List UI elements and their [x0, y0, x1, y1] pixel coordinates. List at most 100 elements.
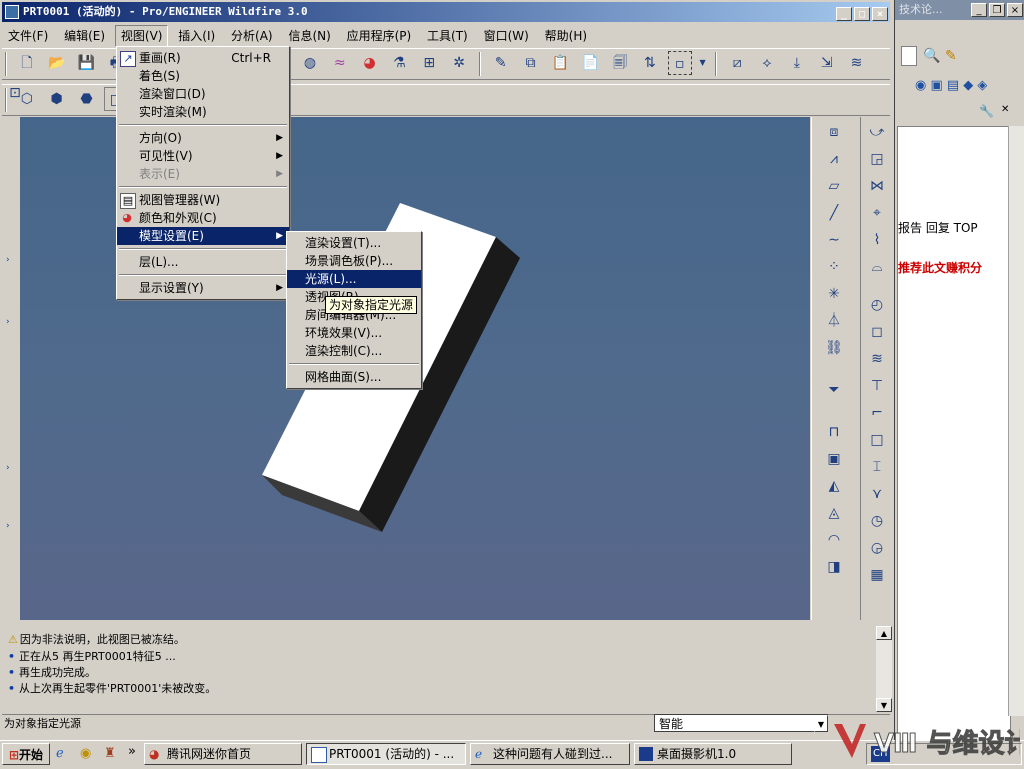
filter-dropdown-icon[interactable]: ▼ — [814, 715, 828, 732]
menu-help[interactable]: 帮助(H) — [539, 26, 593, 46]
close-button[interactable]: × — [872, 7, 888, 21]
boundary-icon[interactable]: ≋ — [865, 347, 889, 371]
layers-icon[interactable]: ≋ — [845, 51, 869, 75]
fill-icon[interactable]: ⌓ — [865, 255, 889, 279]
menu-item-render-setup[interactable]: 渲染设置(T)... — [287, 234, 421, 252]
menu-analysis[interactable]: 分析(A) — [225, 26, 279, 46]
no-hidden-icon[interactable]: ⬣ — [74, 87, 98, 111]
scroll-up-icon[interactable]: ▲ — [876, 626, 892, 640]
rib-icon[interactable]: ◭ — [822, 474, 846, 498]
task-button-forum[interactable]: ℯ 这种问题有人碰到过... — [470, 743, 630, 765]
clipboard-icon[interactable]: 🗐 — [608, 51, 632, 75]
trim-icon[interactable]: ⌖ — [865, 201, 889, 225]
menu-info[interactable]: 信息(N) — [282, 26, 336, 46]
revolve-icon[interactable]: ▣ — [822, 447, 846, 471]
paste-icon[interactable]: 📋 — [548, 51, 572, 75]
pattern-icon[interactable]: ◷ — [865, 509, 889, 533]
menu-item-mesh-surface[interactable]: 网格曲面(S)... — [287, 368, 421, 386]
menu-item-orientation[interactable]: 方向(O) ▶ — [117, 129, 289, 147]
paste-special-icon[interactable]: 📄 — [578, 51, 602, 75]
minimize-button[interactable]: _ — [836, 7, 852, 21]
browser-close-pane-icon[interactable]: ✕ — [1001, 104, 1009, 115]
wireframe-icon[interactable]: ⬡ — [15, 87, 39, 111]
menu-item-color-appearance[interactable]: ◕ 颜色和外观(C) — [117, 209, 289, 227]
shading-icon[interactable]: ◍ — [298, 51, 322, 75]
post-links[interactable]: 报告 回复 TOP — [898, 219, 978, 236]
promo-text[interactable]: 推荐此文赚积分 — [898, 259, 982, 276]
browser-toolbar-icons[interactable]: ◉ ▣ ▤ ◆ ◈ — [915, 78, 987, 93]
maximize-button[interactable]: □ — [854, 7, 870, 21]
new-file-icon[interactable]: 🗋 — [15, 51, 39, 75]
menu-item-view-manager[interactable]: ▤ 视图管理器(W) — [117, 191, 289, 209]
menu-item-render-window[interactable]: 渲染窗口(D) — [117, 85, 289, 103]
thicken-icon[interactable]: ◻ — [865, 320, 889, 344]
surface-icon[interactable]: ⌇ — [865, 228, 889, 252]
menu-item-scene-palette[interactable]: 场景调色板(P)... — [287, 252, 421, 270]
expand-arrow-icon[interactable]: › — [6, 317, 10, 327]
browser-dropdown[interactable] — [901, 46, 917, 66]
menu-item-realtime-render[interactable]: 实时渲染(M) — [117, 103, 289, 121]
quicklaunch-more-icon[interactable]: » — [128, 744, 136, 759]
menu-insert[interactable]: 插入(I) — [172, 26, 221, 46]
measure-icon[interactable]: ⊞ — [417, 51, 441, 75]
task-button-qq-home[interactable]: ◕ 腾讯网迷你首页 — [144, 743, 302, 765]
scroll-down-icon[interactable]: ▼ — [876, 698, 892, 712]
grid-icon[interactable]: ▦ — [865, 563, 889, 587]
chain-icon[interactable]: ⛓ — [822, 336, 846, 360]
selection-filter[interactable]: 智能 — [654, 714, 828, 732]
message-scrollbar[interactable]: ▲ ▼ — [876, 626, 892, 712]
edit-icon[interactable]: ✎ — [489, 51, 513, 75]
blend-icon[interactable]: ◲ — [865, 147, 889, 171]
sketch-plane-icon[interactable]: ▱ — [822, 174, 846, 198]
hole-icon[interactable]: ⊤ — [865, 374, 889, 398]
task-button-camera[interactable]: 桌面摄影机1.0 — [634, 743, 792, 765]
menu-item-visibility[interactable]: 可见性(V) ▶ — [117, 147, 289, 165]
menu-file[interactable]: 文件(F) — [2, 26, 54, 46]
color-appearance-icon[interactable]: ◕ — [358, 51, 382, 75]
qq-quicklaunch-icon[interactable]: ◉ — [80, 746, 91, 761]
open-folder-icon[interactable]: 📂 — [45, 51, 69, 75]
ie-quicklaunch-icon[interactable]: ℯ — [56, 746, 64, 761]
datum-curve-dashed-icon[interactable]: ⩘ — [822, 147, 846, 171]
axis-icon[interactable]: ╱ — [822, 201, 846, 225]
sketch-icon[interactable]: ⧄ — [725, 51, 749, 75]
merge-icon[interactable]: ◶ — [865, 536, 889, 560]
datum-points-icon[interactable]: ⟡ — [755, 51, 779, 75]
split-icon[interactable]: ⋎ — [865, 482, 889, 506]
datum-axis-icon[interactable]: ⤓ — [785, 51, 809, 75]
expand-arrow-icon[interactable]: › — [6, 255, 10, 265]
offset-icon[interactable]: ◴ — [865, 293, 889, 317]
copy-icon[interactable]: ⧉ — [519, 51, 543, 75]
search-icon[interactable]: 🔍 — [923, 48, 940, 64]
menu-item-model-setup[interactable]: 模型设置(E) ▶ — [117, 227, 289, 245]
cut-icon[interactable]: ⌶ — [865, 455, 889, 479]
coordinate-system-icon[interactable]: ⇲ — [815, 51, 839, 75]
menu-window[interactable]: 窗口(W) — [478, 26, 535, 46]
menu-item-display-settings[interactable]: 显示设置(Y) ▶ — [117, 279, 289, 297]
menu-item-environment-effects[interactable]: 环境效果(V)... — [287, 324, 421, 342]
wrench-icon[interactable]: 🔧 — [979, 104, 994, 118]
select-dropdown-icon[interactable]: ▼ — [698, 51, 708, 75]
expand-arrow-icon[interactable]: › — [6, 463, 10, 473]
coord-icon[interactable]: ✳ — [822, 282, 846, 306]
app-quicklaunch-icon[interactable]: ♜ — [104, 746, 116, 761]
magic-wand-icon[interactable]: ✲ — [447, 51, 471, 75]
draft-icon[interactable]: ◬ — [822, 501, 846, 525]
save-icon[interactable]: 💾 — [74, 51, 98, 75]
pencil-icon[interactable]: ✎ — [945, 48, 957, 64]
select-box-icon[interactable]: ▫ — [667, 51, 692, 75]
menu-tools[interactable]: 工具(T) — [421, 26, 474, 46]
menu-item-shade[interactable]: 着色(S) — [117, 67, 289, 85]
chamfer-icon[interactable]: ◨ — [822, 555, 846, 579]
menu-view[interactable]: 视图(V) — [114, 25, 169, 47]
point-icon[interactable]: ⁘ — [822, 255, 846, 279]
round-icon[interactable]: ◠ — [822, 528, 846, 552]
expand-arrow-icon[interactable]: › — [6, 521, 10, 531]
menu-applications[interactable]: 应用程序(P) — [341, 26, 418, 46]
start-button[interactable]: ⊞开始 — [2, 743, 50, 765]
browser-close-button[interactable]: × — [1007, 3, 1023, 17]
rect-icon[interactable]: □ — [865, 428, 889, 452]
mirror-icon[interactable]: ⋈ — [865, 174, 889, 198]
curve-icon[interactable]: ∼ — [822, 228, 846, 252]
extrude-icon[interactable]: ⊓ — [822, 420, 846, 444]
